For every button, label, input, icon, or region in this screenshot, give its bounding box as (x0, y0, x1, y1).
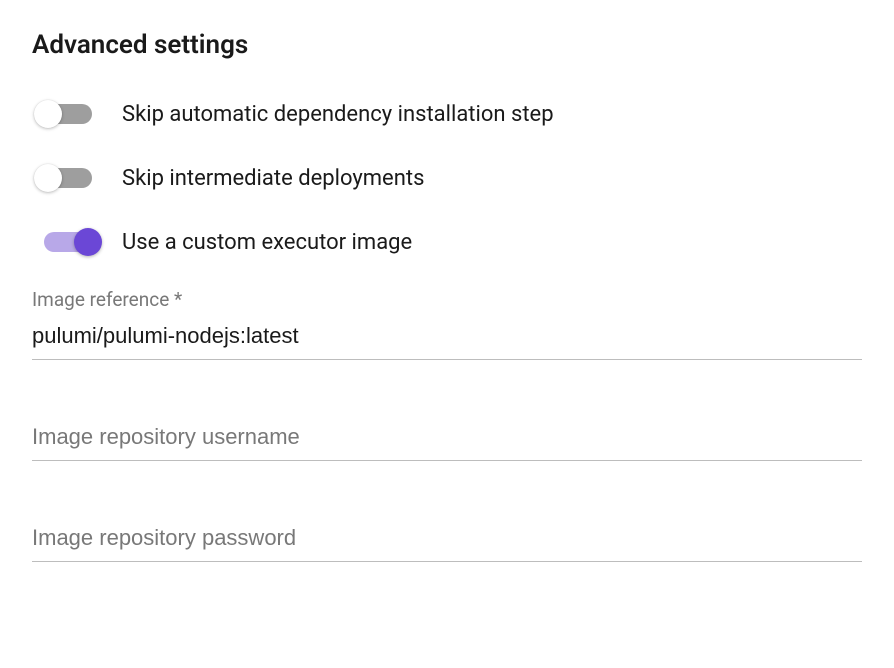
input-repo-password[interactable] (32, 521, 862, 562)
input-repo-username[interactable] (32, 420, 862, 461)
input-image-reference[interactable] (32, 319, 862, 360)
toggle-label-skip-intermediate: Skip intermediate deployments (122, 166, 424, 191)
toggle-thumb (74, 228, 102, 256)
toggle-thumb (34, 164, 62, 192)
field-repo-password (32, 521, 862, 562)
toggle-row-custom-executor: Use a custom executor image (32, 224, 862, 260)
toggle-custom-executor[interactable] (32, 224, 104, 260)
field-repo-username (32, 420, 862, 461)
toggle-row-skip-dependency: Skip automatic dependency installation s… (32, 96, 862, 132)
toggle-skip-intermediate[interactable] (32, 160, 104, 196)
field-image-reference: Image reference * (32, 288, 862, 360)
toggle-label-custom-executor: Use a custom executor image (122, 230, 412, 255)
field-label-image-reference: Image reference * (32, 288, 862, 311)
toggle-row-skip-intermediate: Skip intermediate deployments (32, 160, 862, 196)
toggle-thumb (34, 100, 62, 128)
toggle-label-skip-dependency: Skip automatic dependency installation s… (122, 102, 554, 127)
section-title: Advanced settings (32, 30, 862, 60)
toggle-skip-dependency[interactable] (32, 96, 104, 132)
